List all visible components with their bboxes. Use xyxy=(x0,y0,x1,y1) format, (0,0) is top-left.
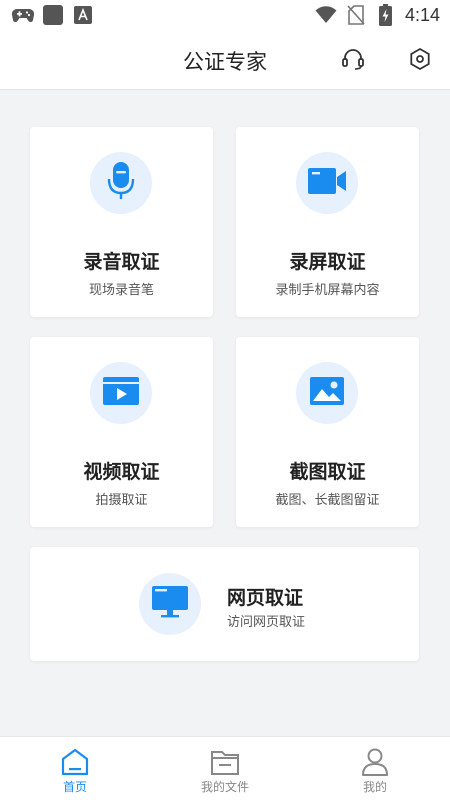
battery-charging-icon xyxy=(375,4,397,26)
video-camera-icon xyxy=(307,166,347,200)
image-icon xyxy=(309,375,345,411)
card-title: 视频取证 xyxy=(83,461,160,483)
no-sim-icon xyxy=(345,4,367,26)
card-audio-evidence[interactable]: 录音取证 现场录音笔 xyxy=(30,127,213,317)
card-screenshot-evidence[interactable]: 截图取证 截图、长截图留证 xyxy=(236,337,419,527)
nav-label: 我的 xyxy=(362,780,387,794)
monitor-icon xyxy=(151,585,189,623)
settings-button[interactable] xyxy=(405,46,435,76)
card-video-evidence[interactable]: 视频取证 拍摄取证 xyxy=(30,337,213,527)
card-subtitle: 录制手机屏幕内容 xyxy=(275,283,380,298)
clock-time: 4:14 xyxy=(404,4,440,25)
card-title: 网页取证 xyxy=(227,587,304,609)
status-left xyxy=(12,4,94,26)
card-screen-record-evidence[interactable]: 录屏取证 录制手机屏幕内容 xyxy=(236,127,419,317)
square-app-icon xyxy=(42,4,64,26)
card-icon-circle xyxy=(139,573,201,635)
home-icon xyxy=(58,745,92,779)
card-icon-circle xyxy=(90,362,152,424)
card-title: 截图取证 xyxy=(289,461,366,483)
headset-icon xyxy=(340,46,366,76)
app-header: 公证专家 xyxy=(0,32,450,90)
card-icon-circle xyxy=(296,362,358,424)
page-title: 公证专家 xyxy=(183,50,267,74)
user-icon xyxy=(358,745,392,779)
text-app-icon xyxy=(72,4,94,26)
settings-hexagon-icon xyxy=(408,47,432,75)
card-webpage-evidence[interactable]: 网页取证 访问网页取证 xyxy=(30,547,419,661)
gamepad-icon xyxy=(12,4,34,26)
card-subtitle: 拍摄取证 xyxy=(95,493,148,508)
nav-label: 我的文件 xyxy=(200,780,249,794)
nav-label: 首页 xyxy=(62,780,87,794)
wifi-icon xyxy=(315,4,337,26)
card-subtitle: 现场录音笔 xyxy=(88,283,154,298)
nav-item-my-files[interactable]: 我的文件 xyxy=(150,737,300,800)
bottom-navigation: 首页 我的文件 我的 xyxy=(0,736,450,800)
card-title: 录屏取证 xyxy=(289,251,366,273)
card-icon-circle xyxy=(90,152,152,214)
card-icon-circle xyxy=(296,152,358,214)
folder-icon xyxy=(208,745,242,779)
customer-service-button[interactable] xyxy=(338,46,368,76)
card-title: 录音取证 xyxy=(83,251,160,273)
status-bar: 4:14 xyxy=(0,0,450,32)
nav-item-profile[interactable]: 我的 xyxy=(300,737,450,800)
microphone-icon xyxy=(106,161,136,205)
card-subtitle: 截图、长截图留证 xyxy=(275,493,380,508)
nav-item-home[interactable]: 首页 xyxy=(0,737,150,800)
status-right: 4:14 xyxy=(315,4,440,26)
video-player-icon xyxy=(102,375,140,411)
card-subtitle: 访问网页取证 xyxy=(227,615,306,630)
